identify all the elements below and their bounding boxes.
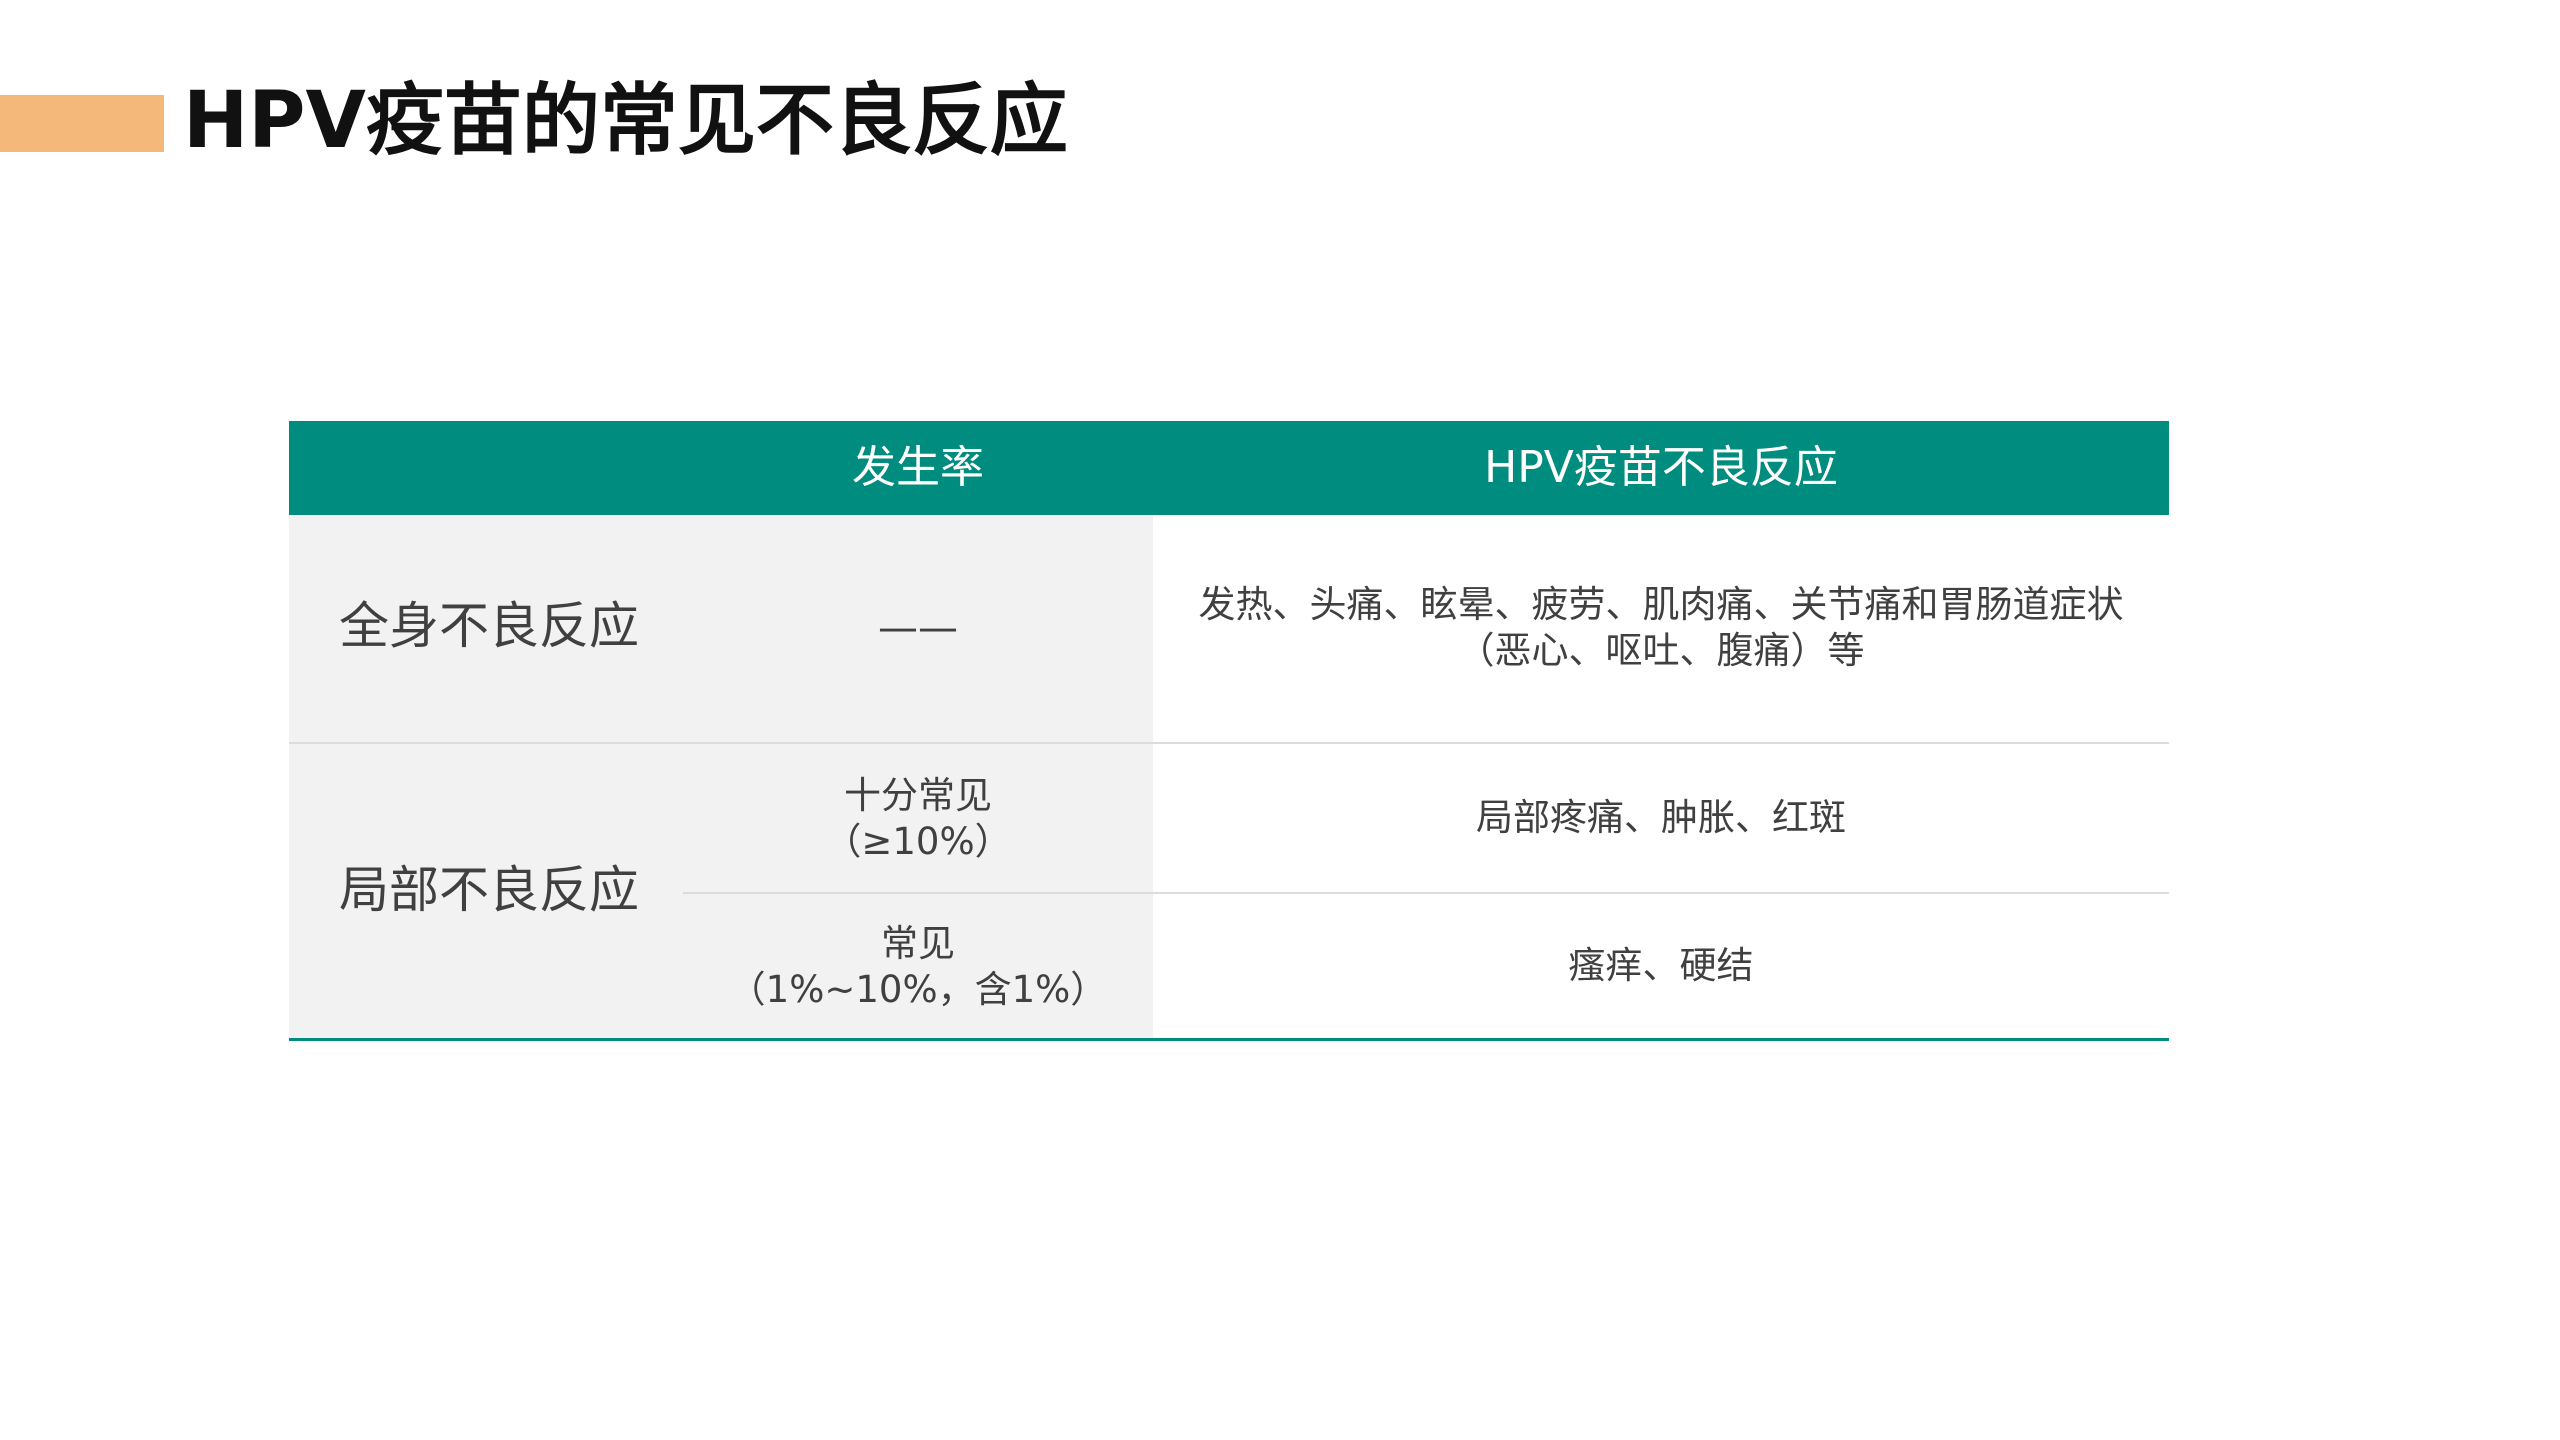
page-title: HPV疫苗的常见不良反应 <box>183 76 1068 166</box>
rate-common-range: （1%~10%，含1%） <box>728 968 1108 1011</box>
adverse-reaction-table: 发生率 HPV疫苗不良反应 全身不良反应 —— 发热、头痛、眩晕、疲劳、肌肉痛、… <box>289 421 2169 1041</box>
row-divider <box>289 742 2169 744</box>
reaction-very-common: 局部疼痛、肿胀、红斑 <box>1476 796 1846 839</box>
category-local: 局部不良反应 <box>339 861 639 919</box>
rate-systemic: —— <box>878 605 958 651</box>
table-header: 发生率 HPV疫苗不良反应 <box>289 421 2169 515</box>
reaction-systemic-line2: （恶心、呕吐、腹痛）等 <box>1457 629 1865 672</box>
header-reaction: HPV疫苗不良反应 <box>1484 442 1838 493</box>
rate-common: 常见 （1%~10%，含1%） <box>683 921 1153 1013</box>
header-rate: 发生率 <box>852 442 984 493</box>
subrow-divider <box>683 892 2169 894</box>
reaction-systemic: 发热、头痛、眩晕、疲劳、肌肉痛、关节痛和胃肠道症状 （恶心、呕吐、腹痛）等 <box>1153 582 2169 674</box>
rate-very-common: 十分常见 （≥10%） <box>683 773 1153 865</box>
table-bottom-border <box>289 1038 2169 1041</box>
slide: HPV疫苗的常见不良反应 发生率 HPV疫苗不良反应 全身不良反应 —— 发热、… <box>0 0 2560 1440</box>
rate-common-label: 常见 <box>881 922 955 965</box>
title-accent-bar <box>0 95 164 152</box>
category-systemic: 全身不良反应 <box>339 597 639 655</box>
reaction-systemic-line1: 发热、头痛、眩晕、疲劳、肌肉痛、关节痛和胃肠道症状 <box>1198 583 2124 626</box>
rate-very-common-label: 十分常见 <box>844 774 992 817</box>
reaction-common: 瘙痒、硬结 <box>1568 944 1754 987</box>
rate-very-common-range: （≥10%） <box>824 820 1012 863</box>
